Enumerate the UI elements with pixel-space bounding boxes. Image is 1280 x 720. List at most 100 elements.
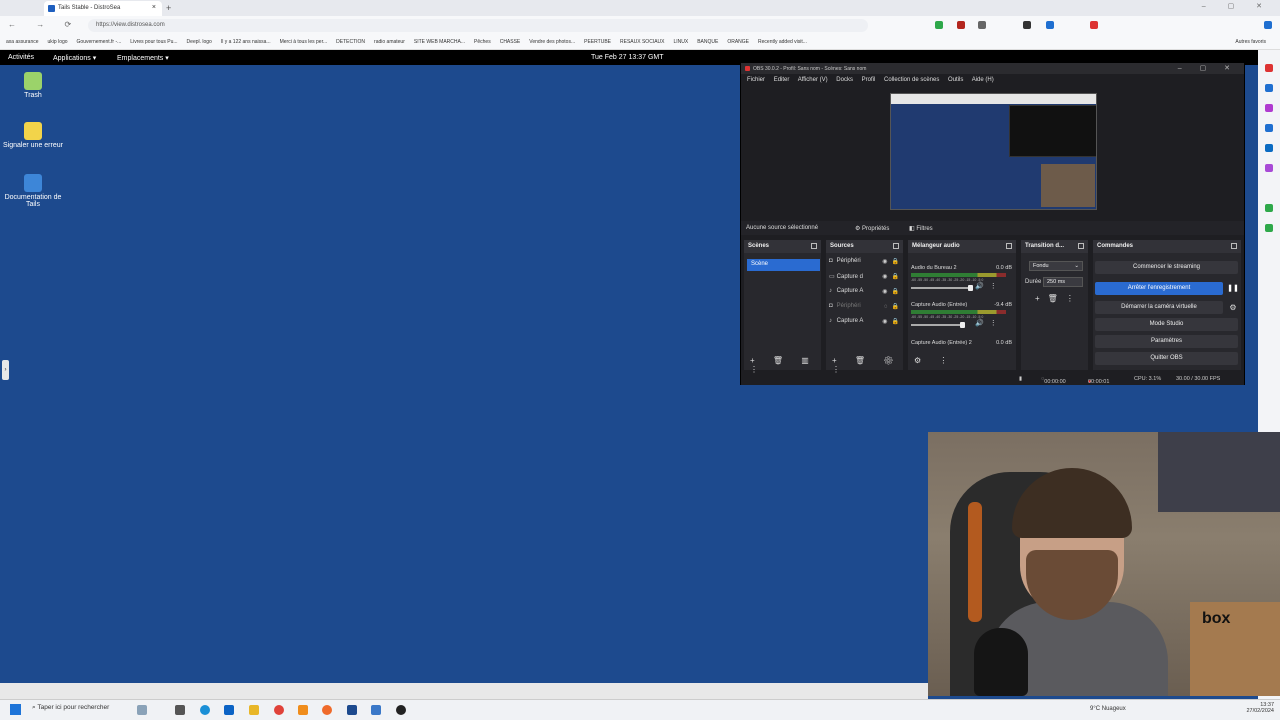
bookmark-item[interactable]: ukip logo xyxy=(48,39,68,45)
mixer-actions[interactable]: ⚙ ⋮ xyxy=(908,354,1016,370)
visibility-lock-icon[interactable]: ◉🔒 xyxy=(882,288,903,295)
browser-tab[interactable]: Tails Stable - DistroSea × xyxy=(44,1,162,16)
bookmark-item[interactable]: radio amateur xyxy=(374,39,405,45)
undock-icon[interactable] xyxy=(811,243,817,249)
extension-icon[interactable] xyxy=(978,21,986,29)
app-icon[interactable] xyxy=(371,705,381,715)
side-panel-handle[interactable]: › xyxy=(2,360,9,380)
app-icon[interactable] xyxy=(347,705,357,715)
source-item[interactable]: ◘ Périphéri ◌🔒 xyxy=(829,303,905,315)
all-bookmarks-button[interactable]: Autres favoris xyxy=(1235,39,1266,45)
volume-slider[interactable] xyxy=(911,285,973,291)
chrome-icon[interactable] xyxy=(274,705,284,715)
menu-fichier[interactable]: Fichier xyxy=(747,77,765,83)
undock-icon[interactable] xyxy=(893,243,899,249)
virtual-camera-button[interactable]: Démarrer la caméra virtuelle xyxy=(1095,301,1223,314)
source-item[interactable]: ♪ Capture A ◉🔒 xyxy=(829,318,905,330)
visibility-lock-icon[interactable]: ◉🔒 xyxy=(882,318,903,325)
properties-button[interactable]: ⚙ Propriétés xyxy=(855,225,889,232)
bookmark-item[interactable]: SITE WEB MARCHA... xyxy=(414,39,465,45)
bookmark-item[interactable]: CHASSE xyxy=(500,39,521,45)
bookmark-item[interactable]: Merci à tous les per... xyxy=(280,39,328,45)
visibility-lock-icon[interactable]: ◉🔒 xyxy=(882,258,903,265)
report-error-desktop-icon[interactable]: Signaler une erreur xyxy=(3,122,63,149)
quit-obs-button[interactable]: Quitter OBS xyxy=(1095,352,1238,365)
clock[interactable]: Tue Feb 27 13:37 GMT xyxy=(591,54,664,61)
search-highlight-icon[interactable] xyxy=(137,705,147,715)
bookmark-item[interactable]: Deepl. logo xyxy=(187,39,212,45)
menu-editer[interactable]: Editer xyxy=(774,77,790,83)
obs-window-controls[interactable]: ‒ ▢ ✕ xyxy=(1178,64,1238,72)
settings-button[interactable]: Paramètres xyxy=(1095,335,1238,348)
edge-icon[interactable] xyxy=(200,705,210,715)
stop-recording-button[interactable]: Arrêter l'enregistrement xyxy=(1095,282,1223,295)
menu-aide[interactable]: Aide (H) xyxy=(972,77,994,83)
extension-icon[interactable] xyxy=(1046,21,1054,29)
source-item[interactable]: ◘ Périphéri ◉🔒 xyxy=(829,258,905,270)
bookmark-item[interactable]: Livres pour tous Pu... xyxy=(130,39,177,45)
sidebar-app-icon[interactable] xyxy=(1265,84,1273,92)
file-explorer-icon[interactable] xyxy=(249,705,259,715)
gear-icon[interactable]: ⚙ xyxy=(1227,301,1239,314)
mail-icon[interactable] xyxy=(224,705,234,715)
obs-taskbar-icon[interactable] xyxy=(396,705,406,715)
bookmark-item[interactable]: Vendre des photos... xyxy=(529,39,575,45)
extension-icon[interactable] xyxy=(957,21,965,29)
menu-profil[interactable]: Profil xyxy=(862,77,876,83)
bookmark-item[interactable]: BANQUE xyxy=(697,39,718,45)
transition-select[interactable]: Fondu ⌄ xyxy=(1029,261,1083,271)
sidebar-app-icon[interactable] xyxy=(1265,64,1273,72)
menu-afficher[interactable]: Afficher (V) xyxy=(798,77,828,83)
source-item[interactable]: ♪ Capture A ◉🔒 xyxy=(829,288,905,300)
tails-docs-desktop-icon[interactable]: Documentation de Tails xyxy=(3,174,63,208)
pause-icon[interactable]: ❚❚ xyxy=(1227,282,1239,295)
visibility-lock-icon[interactable]: ◉🔒 xyxy=(882,273,903,280)
windows-start-icon[interactable] xyxy=(10,704,21,715)
menu-outils[interactable]: Outils xyxy=(948,77,963,83)
weather-widget[interactable]: 9°C Nuageux xyxy=(1090,706,1126,712)
menu-collection[interactable]: Collection de scènes xyxy=(884,77,939,83)
studio-mode-button[interactable]: Mode Studio xyxy=(1095,318,1238,331)
sidebar-app-icon[interactable] xyxy=(1265,164,1273,172)
undock-icon[interactable] xyxy=(1231,243,1237,249)
bookmark-item[interactable]: PEERTUBE xyxy=(584,39,611,45)
volume-slider[interactable] xyxy=(911,322,965,328)
bookmark-item[interactable]: Il y a 122 ans naissa... xyxy=(221,39,271,45)
taskbar-search[interactable]: ⌕ Taper ici pour rechercher xyxy=(32,704,109,712)
bookmark-item[interactable]: Recently added visit... xyxy=(758,39,807,45)
extension-icon[interactable] xyxy=(1023,21,1031,29)
start-streaming-button[interactable]: Commencer le streaming xyxy=(1095,261,1238,274)
close-tab-icon[interactable]: × xyxy=(152,4,156,11)
sidebar-app-icon[interactable] xyxy=(1265,104,1273,112)
sidebar-app-icon[interactable] xyxy=(1265,124,1273,132)
extension-icon[interactable] xyxy=(1090,21,1098,29)
sidebar-app-icon[interactable] xyxy=(1265,224,1273,232)
window-controls[interactable]: ‒ ▢ ✕ xyxy=(1202,2,1272,10)
speaker-menu-icon[interactable]: 🔊⋮ xyxy=(975,282,1003,290)
vlc-icon[interactable] xyxy=(298,705,308,715)
bookmark-item[interactable]: Pêches xyxy=(474,39,491,45)
places-menu[interactable]: Emplacements ▾ xyxy=(117,54,169,62)
sidebar-app-icon[interactable] xyxy=(1265,204,1273,212)
system-clock[interactable]: 13:37 27/02/2024 xyxy=(1246,702,1274,714)
firefox-icon[interactable] xyxy=(322,705,332,715)
bookmark-item[interactable]: axa assurance xyxy=(6,39,39,45)
trash-desktop-icon[interactable]: Trash xyxy=(3,72,63,99)
filters-button[interactable]: ◧ Filtres xyxy=(909,225,933,232)
profile-icon[interactable] xyxy=(1264,21,1272,29)
transition-actions[interactable]: +🗑⋮ xyxy=(1035,294,1082,303)
sources-actions[interactable]: + 🗑 ⚙ ⋮ xyxy=(826,354,903,374)
obs-preview[interactable] xyxy=(890,93,1097,210)
bookmark-item[interactable]: DETECTION xyxy=(336,39,365,45)
undock-icon[interactable] xyxy=(1078,243,1084,249)
menu-docks[interactable]: Docks xyxy=(836,77,853,83)
scene-item[interactable]: Scène xyxy=(747,259,820,271)
visibility-lock-icon[interactable]: ◌🔒 xyxy=(884,303,903,310)
url-field[interactable]: https://view.distrosea.com xyxy=(88,19,868,32)
activities-button[interactable]: Activités xyxy=(8,54,34,61)
undock-icon[interactable] xyxy=(1006,243,1012,249)
bookmark-item[interactable]: ORANGE xyxy=(727,39,749,45)
task-view-icon[interactable] xyxy=(175,705,185,715)
bookmark-item[interactable]: LINUX xyxy=(673,39,688,45)
outlook-icon[interactable] xyxy=(1265,144,1273,152)
